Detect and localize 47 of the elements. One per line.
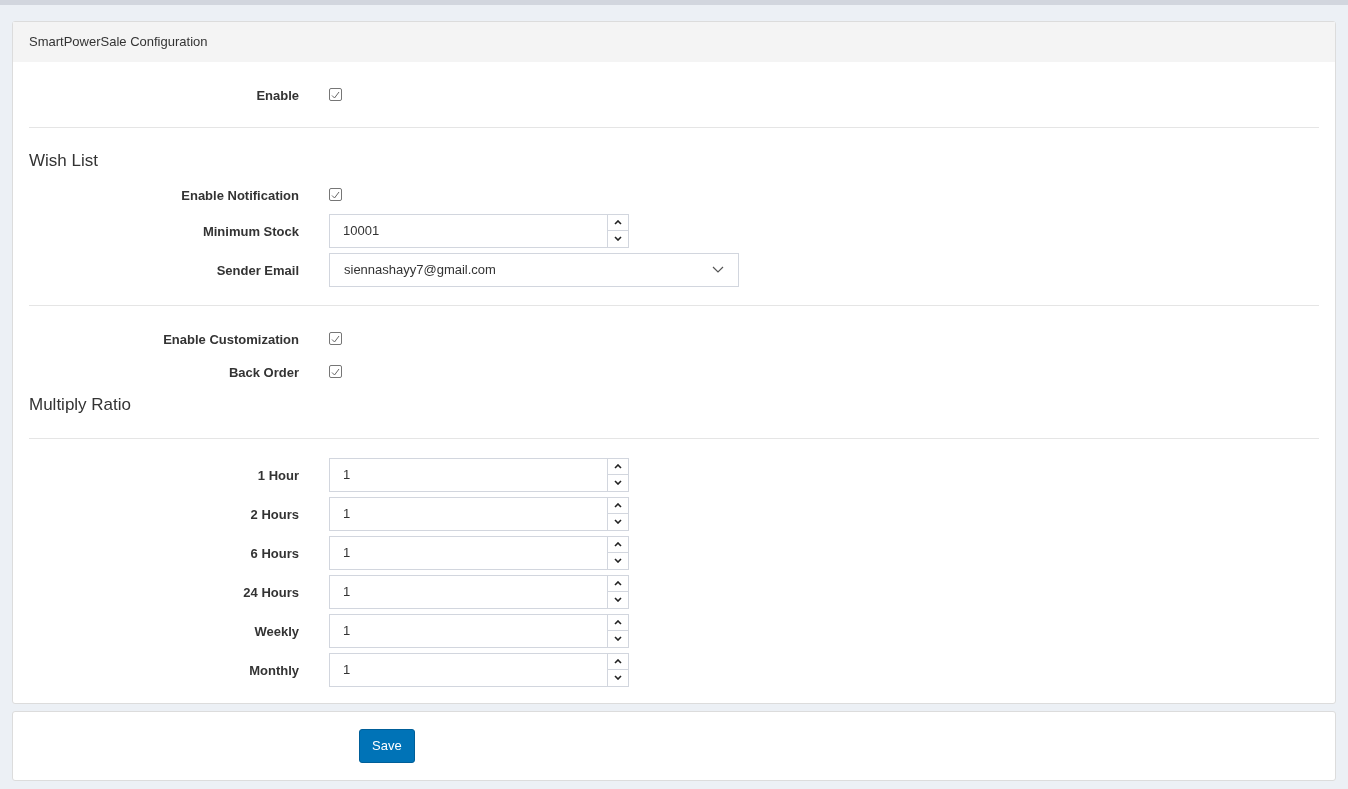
up-icon[interactable] — [614, 463, 622, 469]
field-label: 24 Hours — [243, 584, 299, 600]
check-icon — [331, 190, 340, 199]
panel-title: SmartPowerSale Configuration — [29, 33, 208, 52]
field-label: Back Order — [228, 364, 299, 380]
field-label: Monthly — [249, 662, 299, 678]
save-button[interactable]: Save — [359, 729, 415, 763]
down-icon[interactable] — [614, 236, 622, 242]
up-icon[interactable] — [614, 502, 622, 508]
chevron-down-icon — [712, 266, 724, 273]
down-icon[interactable] — [614, 519, 622, 525]
up-icon[interactable] — [614, 619, 622, 625]
number-field[interactable]: 10001 — [329, 213, 629, 248]
down-icon[interactable] — [614, 480, 622, 486]
check-icon — [331, 334, 340, 343]
check-icon — [331, 90, 340, 99]
field-label: Enable Customization — [163, 331, 299, 347]
field-label: Enable Notification — [181, 187, 299, 203]
field-label: 6 Hours — [250, 545, 299, 561]
checkbox[interactable] — [329, 88, 342, 101]
section-heading: Multiply Ratio — [29, 394, 132, 417]
number-field[interactable]: 1 — [329, 652, 629, 687]
down-icon[interactable] — [614, 675, 622, 681]
number-field[interactable]: 1 — [329, 574, 629, 609]
up-icon[interactable] — [614, 580, 622, 586]
field-label: 1 Hour — [257, 467, 299, 483]
down-icon[interactable] — [614, 597, 622, 603]
down-icon[interactable] — [614, 558, 622, 564]
checkbox[interactable] — [329, 365, 342, 378]
select-field[interactable]: siennashayy7@gmail.com — [329, 252, 739, 287]
field-label: Weekly — [254, 623, 299, 639]
field-label: 2 Hours — [250, 506, 299, 522]
field-label: Minimum Stock — [202, 223, 299, 239]
number-field[interactable]: 1 — [329, 457, 629, 492]
checkbox[interactable] — [329, 332, 342, 345]
field-label: Sender Email — [216, 262, 299, 278]
check-icon — [331, 367, 340, 376]
checkbox[interactable] — [329, 188, 342, 201]
field-label: Enable — [256, 87, 299, 103]
number-field[interactable]: 1 — [329, 496, 629, 531]
up-icon[interactable] — [614, 219, 622, 225]
number-field[interactable]: 1 — [329, 613, 629, 648]
up-icon[interactable] — [614, 658, 622, 664]
up-icon[interactable] — [614, 541, 622, 547]
section-heading: Wish List — [29, 150, 98, 173]
number-field[interactable]: 1 — [329, 535, 629, 570]
down-icon[interactable] — [614, 636, 622, 642]
